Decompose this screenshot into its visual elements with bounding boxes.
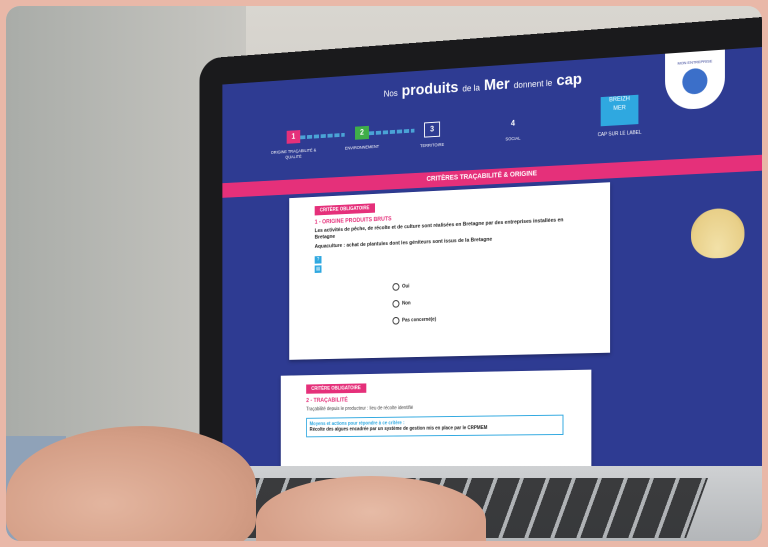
radio-circle-icon: [392, 299, 400, 308]
brand-mer: Mer: [483, 76, 510, 95]
step-1[interactable]: 1 ORIGINE TRAÇABILITÉ & QUALITÉ: [264, 129, 323, 162]
step-number: 1: [286, 130, 301, 144]
radio-circle-icon: [392, 316, 400, 325]
option-label: Non: [402, 300, 411, 307]
step-3[interactable]: 3 TERRITOIRE: [401, 120, 463, 150]
brand-prefix: Nos: [383, 88, 398, 99]
account-badge[interactable]: MON ENTREPRISE: [665, 49, 725, 111]
box-text: Récolte des algues encadrée par un systè…: [309, 425, 488, 433]
document-icon[interactable]: ▤: [314, 265, 322, 273]
step-number: 2: [355, 125, 369, 140]
photo-frame: Nos produits de la Mer donnent le cap MO…: [6, 6, 762, 541]
radio-non[interactable]: Non: [392, 293, 610, 308]
radio-pas-concerne[interactable]: Pas concerné(e): [392, 311, 610, 325]
step-label: ENVIRONNEMENT: [344, 143, 380, 151]
criterion-card-1: CRITÈRE OBLIGATOIRE 1 - ORIGINE PRODUITS…: [289, 182, 611, 360]
brand-produits: produits: [401, 79, 459, 100]
brand-donnent: donnent le: [513, 77, 553, 91]
step-label: TERRITOIRE: [420, 142, 445, 149]
step-2[interactable]: 2 ENVIRONNEMENT: [332, 124, 393, 152]
logo-line2: MER: [613, 105, 626, 112]
avatar-icon: [682, 67, 708, 95]
badge-text: MON ENTREPRISE: [677, 58, 713, 66]
brand-cap: cap: [556, 71, 582, 90]
brand-de-la: de la: [462, 82, 480, 94]
means-actions-box: Moyens et actions pour répondre à ce cri…: [306, 414, 564, 438]
criterion-tag: CRITÈRE OBLIGATOIRE: [314, 203, 375, 216]
info-icon[interactable]: ?: [314, 256, 322, 264]
option-label: Oui: [402, 283, 410, 290]
laptop-screen: Nos produits de la Mer donnent le cap MO…: [222, 46, 762, 501]
radio-circle-icon: [392, 283, 400, 291]
laptop-lid: Nos produits de la Mer donnent le cap MO…: [199, 16, 762, 516]
criterion-tag: CRITÈRE OBLIGATOIRE: [306, 383, 366, 394]
step-number: 4: [510, 118, 515, 128]
scallop-shell-icon: [690, 207, 745, 260]
criterion-subtitle: Traçabilité depuis le producteur : lieu …: [306, 405, 414, 413]
step-label: SOCIAL: [505, 135, 521, 142]
answer-options: Oui Non Pas concerné(e): [392, 276, 610, 325]
step-label: ORIGINE TRAÇABILITÉ & QUALITÉ: [270, 147, 317, 160]
breizh-mer-logo[interactable]: BREIZH MER: [600, 94, 639, 127]
option-label: Pas concerné(e): [402, 316, 437, 324]
step-4[interactable]: 4 SOCIAL: [481, 115, 545, 144]
step-number: 3: [424, 121, 441, 138]
radio-oui[interactable]: Oui: [392, 276, 610, 291]
